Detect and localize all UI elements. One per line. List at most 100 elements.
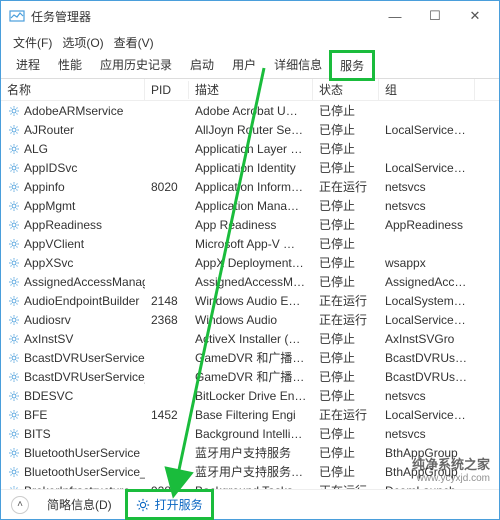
header-name[interactable]: 名称 xyxy=(1,79,145,100)
gear-icon xyxy=(7,237,21,251)
service-group: BthAppGroup xyxy=(379,465,475,479)
table-row[interactable]: AudioEndpointBuilder2148Windows Audio E…… xyxy=(1,291,499,310)
table-row[interactable]: BITSBackground Intelli…已停止netsvcs xyxy=(1,424,499,443)
tab-6[interactable]: 服务 xyxy=(331,52,373,79)
table-row[interactable]: AssignedAccessManagerAssignedAccessM…已停止… xyxy=(1,272,499,291)
service-desc: Application Layer … xyxy=(189,142,313,156)
table-row[interactable]: BcastDVRUserServiceGameDVR 和广播…已停止BcastD… xyxy=(1,348,499,367)
service-name: AppVClient xyxy=(24,237,84,251)
gear-icon xyxy=(136,498,150,512)
header-status[interactable]: 状态 xyxy=(313,79,379,100)
tab-4[interactable]: 用户 xyxy=(223,51,265,78)
table-row[interactable]: Audiosrv2368Windows Audio正在运行LocalServic… xyxy=(1,310,499,329)
service-group: AxInstSVGro xyxy=(379,332,475,346)
gear-icon xyxy=(7,161,21,175)
table-row[interactable]: AppIDSvcApplication Identity已停止LocalServ… xyxy=(1,158,499,177)
service-group: LocalSystem… xyxy=(379,294,475,308)
table-row[interactable]: Appinfo8020Application Inform…正在运行netsvc… xyxy=(1,177,499,196)
service-status: 已停止 xyxy=(313,140,379,157)
maximize-button[interactable]: ☐ xyxy=(415,2,455,30)
service-desc: ActiveX Installer (A… xyxy=(189,332,313,346)
service-desc: Background Intelli… xyxy=(189,427,313,441)
service-list[interactable]: AdobeARMserviceAdobe Acrobat U…已停止AJRout… xyxy=(1,101,499,489)
gear-icon xyxy=(7,256,21,270)
footer-bar: ˄ 简略信息(D) 打开服务 xyxy=(1,489,499,519)
open-services-link[interactable]: 打开服务 xyxy=(130,494,209,515)
service-desc: Adobe Acrobat U… xyxy=(189,104,313,118)
gear-icon xyxy=(7,465,21,479)
service-pid: 8020 xyxy=(145,180,189,194)
service-status: 已停止 xyxy=(313,273,379,290)
table-row[interactable]: BFE1452Base Filtering Engi正在运行LocalServi… xyxy=(1,405,499,424)
app-icon xyxy=(9,8,25,24)
window-title: 任务管理器 xyxy=(31,8,91,25)
table-row[interactable]: AppVClientMicrosoft App-V …已停止 xyxy=(1,234,499,253)
gear-icon xyxy=(7,142,21,156)
header-group[interactable]: 组 xyxy=(379,79,475,100)
service-group: LocalService… xyxy=(379,408,475,422)
tab-0[interactable]: 进程 xyxy=(7,51,49,78)
service-status: 已停止 xyxy=(313,197,379,214)
menu-file[interactable]: 文件(F) xyxy=(9,32,56,53)
header-pid[interactable]: PID xyxy=(145,81,189,99)
gear-icon xyxy=(7,218,21,232)
column-headers: 名称 PID 描述 状态 组 xyxy=(1,79,499,101)
minimize-button[interactable]: — xyxy=(375,2,415,30)
table-row[interactable]: BDESVCBitLocker Drive En…已停止netsvcs xyxy=(1,386,499,405)
service-group: netsvcs xyxy=(379,389,475,403)
service-status: 已停止 xyxy=(313,444,379,461)
table-row[interactable]: BluetoothUserService蓝牙用户支持服务已停止BthAppGro… xyxy=(1,443,499,462)
service-desc: Application Identity xyxy=(189,161,313,175)
title-bar: 任务管理器 — ☐ ✕ xyxy=(1,1,499,31)
open-services-label: 打开服务 xyxy=(155,496,203,513)
service-status: 已停止 xyxy=(313,387,379,404)
service-status: 已停止 xyxy=(313,235,379,252)
table-row[interactable]: BcastDVRUserService_44GameDVR 和广播…已停止Bca… xyxy=(1,367,499,386)
table-row[interactable]: AxInstSV ActiveX Installer (A…已停止AxInstSV… xyxy=(1,329,499,348)
service-desc: Base Filtering Engi xyxy=(189,408,313,422)
gear-icon xyxy=(7,180,21,194)
service-status: 正在运行 xyxy=(313,482,379,489)
service-status: 已停止 xyxy=(313,368,379,385)
menu-options[interactable]: 选项(O) xyxy=(58,32,107,53)
close-button[interactable]: ✕ xyxy=(455,2,495,30)
table-row[interactable]: AppMgmtApplication Mana…已停止netsvcs xyxy=(1,196,499,215)
tab-1[interactable]: 性能 xyxy=(49,51,91,78)
table-row[interactable]: BrokerInfrastructure928Background Tasks…… xyxy=(1,481,499,489)
table-row[interactable]: AppReadinessApp Readiness已停止AppReadiness xyxy=(1,215,499,234)
table-row[interactable]: AdobeARMserviceAdobe Acrobat U…已停止 xyxy=(1,101,499,120)
service-name: AdobeARMservice xyxy=(24,104,123,118)
table-row[interactable]: AppXSvcAppX Deployment…已停止wsappx xyxy=(1,253,499,272)
service-desc: Windows Audio E… xyxy=(189,294,313,308)
service-group: netsvcs xyxy=(379,180,475,194)
service-name: AxInstSV xyxy=(24,332,73,346)
service-status: 已停止 xyxy=(313,463,379,480)
service-status: 已停止 xyxy=(313,330,379,347)
table-row[interactable]: BluetoothUserService_44蓝牙用户支持服务_4…已停止Bth… xyxy=(1,462,499,481)
service-desc: Windows Audio xyxy=(189,313,313,327)
menu-view[interactable]: 查看(V) xyxy=(110,32,158,53)
service-group: LocalService… xyxy=(379,161,475,175)
gear-icon xyxy=(7,427,21,441)
service-group: netsvcs xyxy=(379,199,475,213)
service-group: netsvcs xyxy=(379,427,475,441)
brief-info-button[interactable]: 简略信息(D) xyxy=(47,496,112,513)
tab-3[interactable]: 启动 xyxy=(181,51,223,78)
tab-2[interactable]: 应用历史记录 xyxy=(91,51,181,78)
gear-icon xyxy=(7,351,21,365)
service-status: 正在运行 xyxy=(313,178,379,195)
chevron-up-icon[interactable]: ˄ xyxy=(11,496,29,514)
service-name: BcastDVRUserService xyxy=(24,351,145,365)
service-pid: 2148 xyxy=(145,294,189,308)
header-description[interactable]: 描述 xyxy=(189,79,313,100)
service-desc: AppX Deployment… xyxy=(189,256,313,270)
tab-5[interactable]: 详细信息 xyxy=(265,51,331,78)
table-row[interactable]: ALG Application Layer …已停止 xyxy=(1,139,499,158)
service-name: ALG xyxy=(24,142,48,156)
service-desc: AssignedAccessM… xyxy=(189,275,313,289)
service-desc: Application Mana… xyxy=(189,199,313,213)
service-group: AppReadiness xyxy=(379,218,475,232)
service-group: LocalService… xyxy=(379,313,475,327)
service-name: AppIDSvc xyxy=(24,161,77,175)
table-row[interactable]: AJRouterAllJoyn Router Ser…已停止LocalServi… xyxy=(1,120,499,139)
